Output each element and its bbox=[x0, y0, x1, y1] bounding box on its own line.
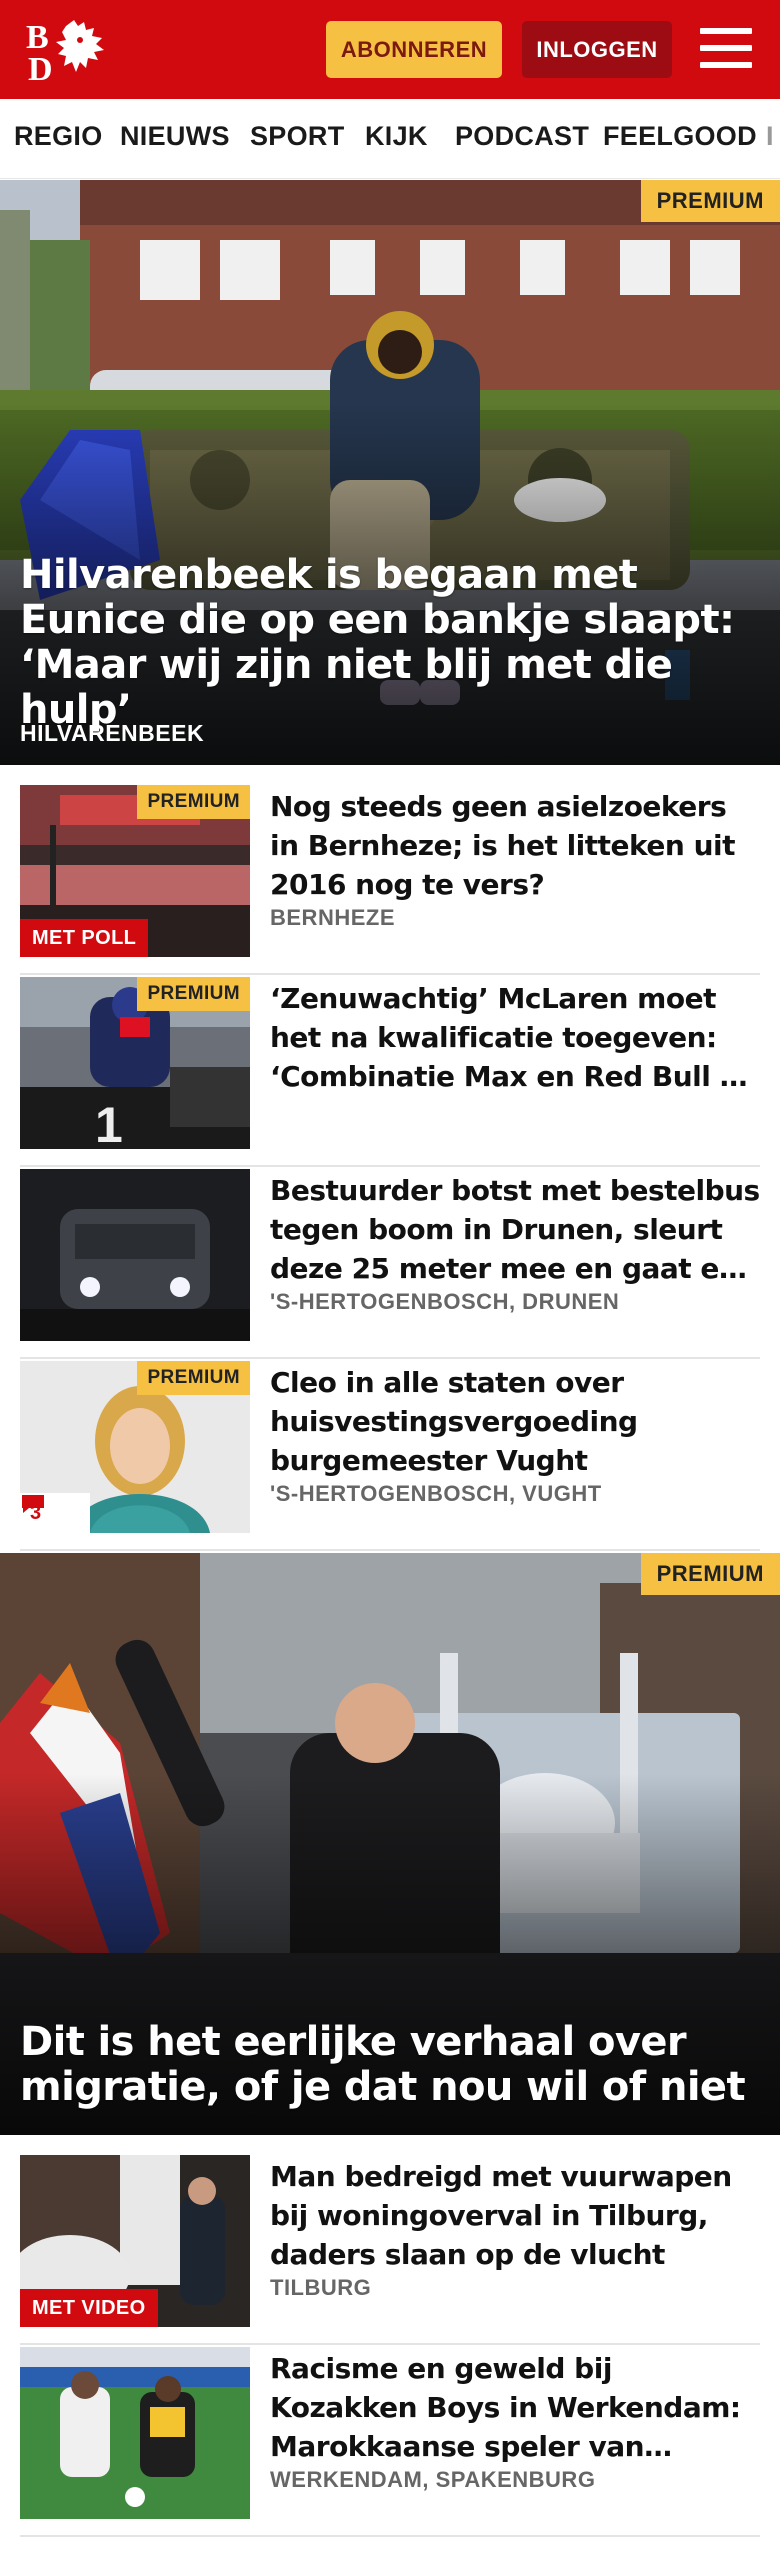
site-header: B D ABONNEREN INLOGGEN bbox=[0, 0, 780, 99]
premium-badge: PREMIUM bbox=[137, 977, 250, 1011]
svg-text:1: 1 bbox=[95, 1097, 123, 1149]
article-thumbnail: PREMIUM MET POLL bbox=[20, 785, 250, 957]
nav-item-podcast[interactable]: PODCAST bbox=[455, 121, 589, 152]
hamburger-menu-icon[interactable] bbox=[700, 26, 752, 70]
article-title[interactable]: Cleo in alle staten over huisves­tingsve… bbox=[270, 1363, 760, 1480]
nav-item-feelgood[interactable]: FEELGOOD bbox=[603, 121, 757, 152]
hero-title[interactable]: Hilvarenbeek is begaan met Eunice die op… bbox=[20, 553, 760, 733]
list-item[interactable]: Bestuurder botst met bestelbus tegen boo… bbox=[20, 1169, 760, 1359]
list-item[interactable]: PREMIUM MET POLL Nog steeds geen asielzo… bbox=[20, 785, 760, 975]
article-title[interactable]: Nog steeds geen asielzoekers in Bernheze… bbox=[270, 787, 760, 904]
svg-text:D: D bbox=[28, 51, 53, 84]
article-title[interactable]: ‘Zenuwachtig’ McLaren moet het na kwalif… bbox=[270, 979, 760, 1096]
article-location: WERKENDAM, SPAKENBURG bbox=[270, 2467, 596, 2492]
hero-title[interactable]: Dit is het eerlijke verhaal over migrati… bbox=[20, 2020, 760, 2110]
bd-logo[interactable]: B D bbox=[22, 16, 114, 84]
poll-tag: MET POLL bbox=[20, 919, 149, 957]
bd-logo-mark: B D bbox=[26, 19, 104, 84]
section-nav: REGIO NIEUWS SPORT KIJK PODCAST FEELGOOD… bbox=[0, 99, 780, 179]
list-item[interactable]: 1 PREMIUM ‘Zenuwachtig’ McLaren moet het… bbox=[20, 977, 760, 1167]
article-thumbnail: PREMIUM 3 bbox=[20, 1361, 250, 1533]
comment-icon bbox=[22, 1495, 44, 1513]
nav-item-more[interactable]: I bbox=[766, 121, 774, 152]
article-title[interactable]: Racisme en geweld bij Kozakken Boys in W… bbox=[270, 2349, 760, 2466]
comment-count[interactable]: 3 bbox=[20, 1493, 90, 1533]
article-thumbnail bbox=[20, 1169, 250, 1341]
thumb-image-football bbox=[20, 2347, 250, 2519]
nav-item-sport[interactable]: SPORT bbox=[250, 121, 345, 152]
login-button[interactable]: INLOGGEN bbox=[522, 21, 672, 78]
premium-badge: PREMIUM bbox=[137, 1361, 250, 1395]
article-thumbnail: 1 PREMIUM bbox=[20, 977, 250, 1149]
article-location: 'S-HERTOGENBOSCH, DRUNEN bbox=[270, 1289, 620, 1314]
article-location: BERNHEZE bbox=[270, 905, 396, 930]
premium-badge: PREMIUM bbox=[640, 1553, 780, 1595]
video-tag: MET VIDEO bbox=[20, 2289, 158, 2327]
nav-item-kijk[interactable]: KIJK bbox=[365, 121, 428, 152]
hero-location: HILVARENBEEK bbox=[20, 720, 205, 746]
article-location: 'S-HERTOGENBOSCH, VUGHT bbox=[270, 1481, 602, 1506]
thumb-image-crash bbox=[20, 1169, 250, 1341]
nav-item-regio[interactable]: REGIO bbox=[14, 121, 103, 152]
hero-article-hilvarenbeek[interactable]: PREMIUM Hilvarenbeek is begaan met Eunic… bbox=[0, 180, 780, 765]
nav-item-nieuws[interactable]: NIEUWS bbox=[120, 121, 230, 152]
article-thumbnail bbox=[20, 2347, 250, 2519]
premium-badge: PREMIUM bbox=[640, 180, 780, 222]
subscribe-button[interactable]: ABONNEREN bbox=[326, 21, 502, 78]
premium-badge: PREMIUM bbox=[137, 785, 250, 819]
article-thumbnail: MET VIDEO bbox=[20, 2155, 250, 2327]
article-title[interactable]: Bestuurder botst met bestelbus tegen boo… bbox=[270, 1171, 760, 1288]
article-location: TILBURG bbox=[270, 2275, 372, 2300]
list-item[interactable]: MET VIDEO Man bedreigd met vuurwapen bij… bbox=[20, 2155, 760, 2345]
list-item[interactable]: PREMIUM 3 Cleo in alle staten over huisv… bbox=[20, 1361, 760, 1551]
list-item[interactable]: Racisme en geweld bij Kozakken Boys in W… bbox=[20, 2347, 760, 2537]
hero-article-migratie[interactable]: PREMIUM Dit is het eerlijke verhaal over… bbox=[0, 1553, 780, 2135]
article-title[interactable]: Man bedreigd met vuurwapen bij woningove… bbox=[270, 2157, 760, 2274]
